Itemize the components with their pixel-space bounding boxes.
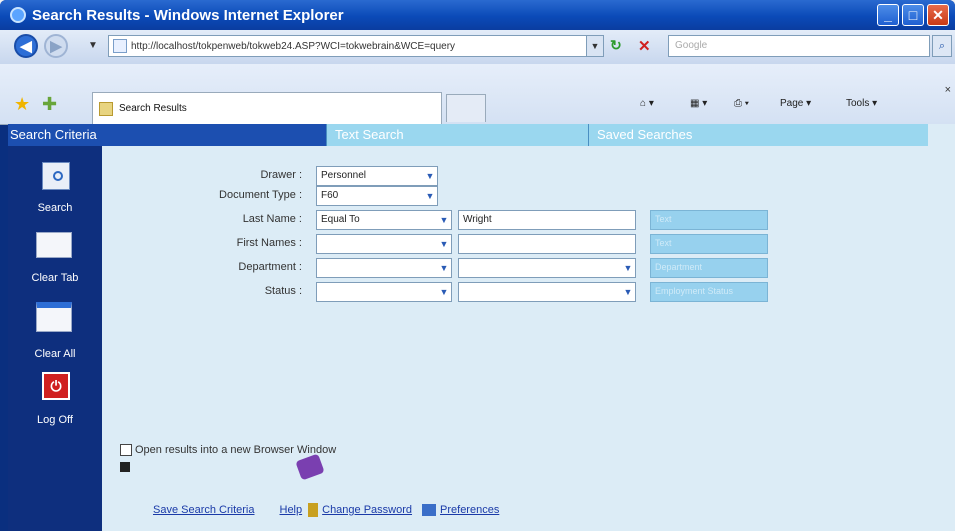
favorites-star-icon[interactable]: ★ bbox=[14, 94, 30, 115]
document-type-select[interactable]: F60 ▼ bbox=[316, 186, 438, 206]
help-book-icon bbox=[295, 453, 325, 481]
print-icon[interactable]: ⎙ ▾ bbox=[734, 98, 749, 109]
department-operator-select[interactable]: ▼ bbox=[316, 258, 452, 278]
status-row: Status : ▼ ▼ Employment Status bbox=[102, 282, 955, 302]
status-hint: Employment Status bbox=[650, 282, 768, 302]
title-bar: Search Results - Windows Internet Explor… bbox=[0, 0, 955, 30]
app-tabs: Search Criteria Text Search Saved Search… bbox=[8, 124, 955, 146]
department-row: Department : ▼ ▼ Department bbox=[102, 258, 955, 278]
tab-title: Search Results bbox=[119, 103, 187, 114]
navigation-bar: ◀ ▶ ▼ http://localhost/tokpenweb/tokweb2… bbox=[0, 30, 955, 64]
help-icon bbox=[267, 503, 277, 517]
last-name-operator-select[interactable]: Equal To ▼ bbox=[316, 210, 452, 230]
sidebar: Search Clear Tab Clear All ⏻ Log Off bbox=[8, 146, 102, 531]
preferences-link[interactable]: Preferences bbox=[440, 504, 499, 516]
tab-search-criteria[interactable]: Search Criteria bbox=[8, 124, 326, 146]
address-input[interactable]: http://localhost/tokpenweb/tokweb24.ASP?… bbox=[131, 41, 586, 52]
open-new-window-option[interactable]: Open results into a new Browser Window bbox=[120, 444, 336, 456]
search-input[interactable]: Google bbox=[668, 35, 930, 57]
first-names-row: First Names : ▼ Text bbox=[102, 234, 955, 254]
ie-logo-icon bbox=[10, 7, 26, 23]
tab-text-search[interactable]: Text Search bbox=[326, 124, 588, 146]
drawer-value: Personnel bbox=[321, 170, 367, 181]
chevron-down-icon: ▼ bbox=[437, 235, 451, 253]
first-names-operator-select[interactable]: ▼ bbox=[316, 234, 452, 254]
page-icon bbox=[113, 39, 127, 53]
tools-menu-label: Tools bbox=[846, 98, 870, 109]
help-link[interactable]: Help bbox=[280, 504, 303, 516]
chevron-down-icon: ▼ bbox=[621, 259, 635, 277]
save-search-criteria-link[interactable]: Save Search Criteria bbox=[153, 504, 255, 516]
log-off-icon[interactable]: ⏻ bbox=[42, 372, 70, 400]
open-new-window-label: Open results into a new Browser Window bbox=[135, 444, 337, 456]
new-tab-button[interactable] bbox=[446, 94, 486, 122]
last-name-operator-value: Equal To bbox=[321, 214, 360, 225]
drawer-label: Drawer : bbox=[260, 169, 302, 181]
close-tab-icon[interactable]: × bbox=[945, 84, 951, 96]
sidebar-item-log-off[interactable]: Log Off bbox=[8, 414, 102, 426]
document-type-row: Document Type : F60 ▼ bbox=[102, 186, 955, 206]
refresh-icon[interactable]: ↻ bbox=[610, 37, 630, 57]
document-type-value: F60 bbox=[321, 190, 339, 201]
tools-menu[interactable]: Tools ▾ bbox=[846, 98, 877, 109]
window-title: Search Results - Windows Internet Explor… bbox=[32, 6, 344, 24]
page-menu[interactable]: Page ▾ bbox=[780, 98, 811, 109]
preferences-icon bbox=[422, 504, 437, 516]
status-label: Status : bbox=[264, 285, 302, 297]
chevron-down-icon: ▼ bbox=[437, 259, 451, 277]
drawer-select[interactable]: Personnel ▼ bbox=[316, 166, 438, 186]
tab-saved-searches[interactable]: Saved Searches bbox=[588, 124, 928, 146]
home-icon[interactable]: ⌂ ▾ bbox=[640, 98, 654, 109]
back-button[interactable]: ◀ bbox=[14, 34, 38, 58]
last-name-input[interactable]: Wright bbox=[458, 210, 636, 230]
maximize-button[interactable]: □ bbox=[902, 4, 924, 26]
forward-button[interactable]: ▶ bbox=[44, 34, 68, 58]
chevron-down-icon: ▼ bbox=[437, 211, 451, 229]
key-icon bbox=[308, 503, 319, 517]
status-value-select[interactable]: ▼ bbox=[458, 282, 636, 302]
last-name-row: Last Name : Equal To ▼ Wright Text bbox=[102, 210, 955, 230]
last-name-hint: Text bbox=[650, 210, 768, 230]
tab-favicon bbox=[99, 101, 113, 116]
clear-tab-icon[interactable] bbox=[36, 232, 72, 258]
chevron-down-icon: ▼ bbox=[423, 187, 437, 205]
department-hint: Department bbox=[650, 258, 768, 278]
save-icon[interactable] bbox=[120, 462, 130, 472]
close-button[interactable]: ✕ bbox=[927, 4, 949, 26]
status-operator-select[interactable]: ▼ bbox=[316, 282, 452, 302]
browser-window: Search Results - Windows Internet Explor… bbox=[0, 0, 955, 531]
sidebar-item-clear-tab[interactable]: Clear Tab bbox=[8, 272, 102, 284]
sidebar-item-search[interactable]: Search bbox=[8, 202, 102, 214]
page-menu-label: Page bbox=[780, 98, 804, 109]
open-new-window-checkbox[interactable] bbox=[120, 444, 132, 456]
sidebar-item-clear-all[interactable]: Clear All bbox=[8, 348, 102, 360]
department-label: Department : bbox=[238, 261, 302, 273]
recent-pages-dropdown[interactable]: ▼ bbox=[88, 40, 98, 51]
clear-all-icon[interactable] bbox=[36, 302, 72, 332]
add-favorite-icon[interactable]: ✚ bbox=[42, 94, 57, 115]
tab-spacer bbox=[928, 124, 955, 146]
stop-icon[interactable]: ✕ bbox=[638, 37, 658, 57]
feeds-icon[interactable]: ▦ ▾ bbox=[690, 98, 707, 109]
footer-links: Save Search Criteria Help Change Passwor… bbox=[153, 503, 499, 517]
chevron-down-icon: ▼ bbox=[423, 167, 437, 185]
document-type-label: Document Type : bbox=[219, 189, 302, 201]
tab-bar: ★ ✚ Search Results ⌂ ▾ ▦ ▾ ⎙ ▾ Page ▾ To… bbox=[0, 64, 955, 125]
address-bar[interactable]: http://localhost/tokpenweb/tokweb24.ASP?… bbox=[108, 35, 604, 57]
minimize-button[interactable]: _ bbox=[877, 4, 899, 26]
first-names-input[interactable] bbox=[458, 234, 636, 254]
change-password-link[interactable]: Change Password bbox=[322, 504, 412, 516]
address-dropdown[interactable]: ▼ bbox=[586, 36, 603, 56]
search-icon[interactable] bbox=[42, 162, 70, 190]
first-names-label: First Names : bbox=[236, 237, 302, 249]
last-name-label: Last Name : bbox=[242, 213, 302, 225]
chevron-down-icon: ▼ bbox=[437, 283, 451, 301]
search-icon[interactable]: ⌕ bbox=[932, 35, 952, 57]
tab-search-results[interactable]: Search Results bbox=[92, 92, 442, 124]
chevron-down-icon: ▼ bbox=[621, 283, 635, 301]
department-value-select[interactable]: ▼ bbox=[458, 258, 636, 278]
page-content: Search Criteria Text Search Saved Search… bbox=[8, 124, 955, 531]
first-names-hint: Text bbox=[650, 234, 768, 254]
drawer-row: Drawer : Personnel ▼ bbox=[102, 166, 955, 186]
